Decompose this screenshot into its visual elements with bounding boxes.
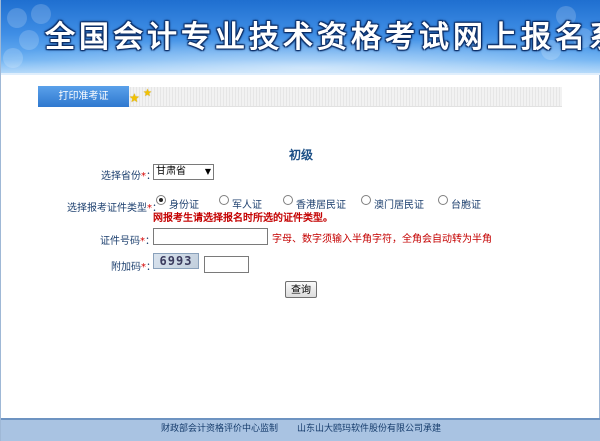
id-type-label: 选择报考证件类型 [67,203,147,214]
tab-print-admission-ticket[interactable]: 打印准考证 [38,86,129,107]
id-number-hint: 字母、数字须输入半角字符，全角会自动转为半角 [272,234,492,245]
radio-label-taiwan-compatriot[interactable]: 台胞证 [451,196,481,211]
exam-level-title: 初级 [288,148,313,162]
province-label: 选择省份 [101,171,141,182]
id-type-warning: 网报考生请选择报名时所选的证件类型。 [153,213,333,224]
radio-label-macau-resident[interactable]: 澳门居民证 [374,196,424,211]
id-number-label-group: 证件号码*： [100,232,155,247]
header-banner: 全国会计专业技术资格考试网上报名系统 [1,0,600,75]
id-number-label: 证件号码 [100,236,140,247]
captcha-label: 附加码 [111,262,141,273]
radio-macau-resident[interactable] [361,195,371,205]
captcha-label-group: 附加码*： [111,258,156,273]
radio-id-card[interactable] [156,195,166,205]
star-icon: ★ [143,88,152,99]
province-select-value: 甘肃省 [156,166,186,177]
banner-divider [1,73,600,75]
id-number-input[interactable] [153,228,268,245]
dropdown-arrow-icon[interactable]: ▼ [205,165,211,179]
system-title: 全国会计专业技术资格考试网上报名系统 [45,20,600,55]
id-type-label-group: 选择报考证件类型*： [67,199,162,214]
banner-hex-decoration [3,48,23,68]
footer-supervisor: 财政部会计资格评价中心监制 [161,424,279,434]
banner-hex-decoration [7,8,27,28]
query-button[interactable]: 查询 [285,281,317,298]
radio-military-id[interactable] [219,195,229,205]
banner-hex-decoration [19,30,39,50]
footer: 财政部会计资格评价中心监制 山东山大鸥玛软件股份有限公司承建 [1,420,600,441]
province-label-group: 选择省份*： [101,167,156,182]
radio-taiwan-compatriot[interactable] [438,195,448,205]
province-select[interactable]: 甘肃省 ▼ [153,164,214,180]
radio-hongkong-resident[interactable] [283,195,293,205]
captcha-image[interactable]: 6993 [153,253,199,269]
star-icon: ★ [129,91,140,105]
footer-contractor: 山东山大鸥玛软件股份有限公司承建 [296,424,441,434]
captcha-input[interactable] [204,256,249,273]
